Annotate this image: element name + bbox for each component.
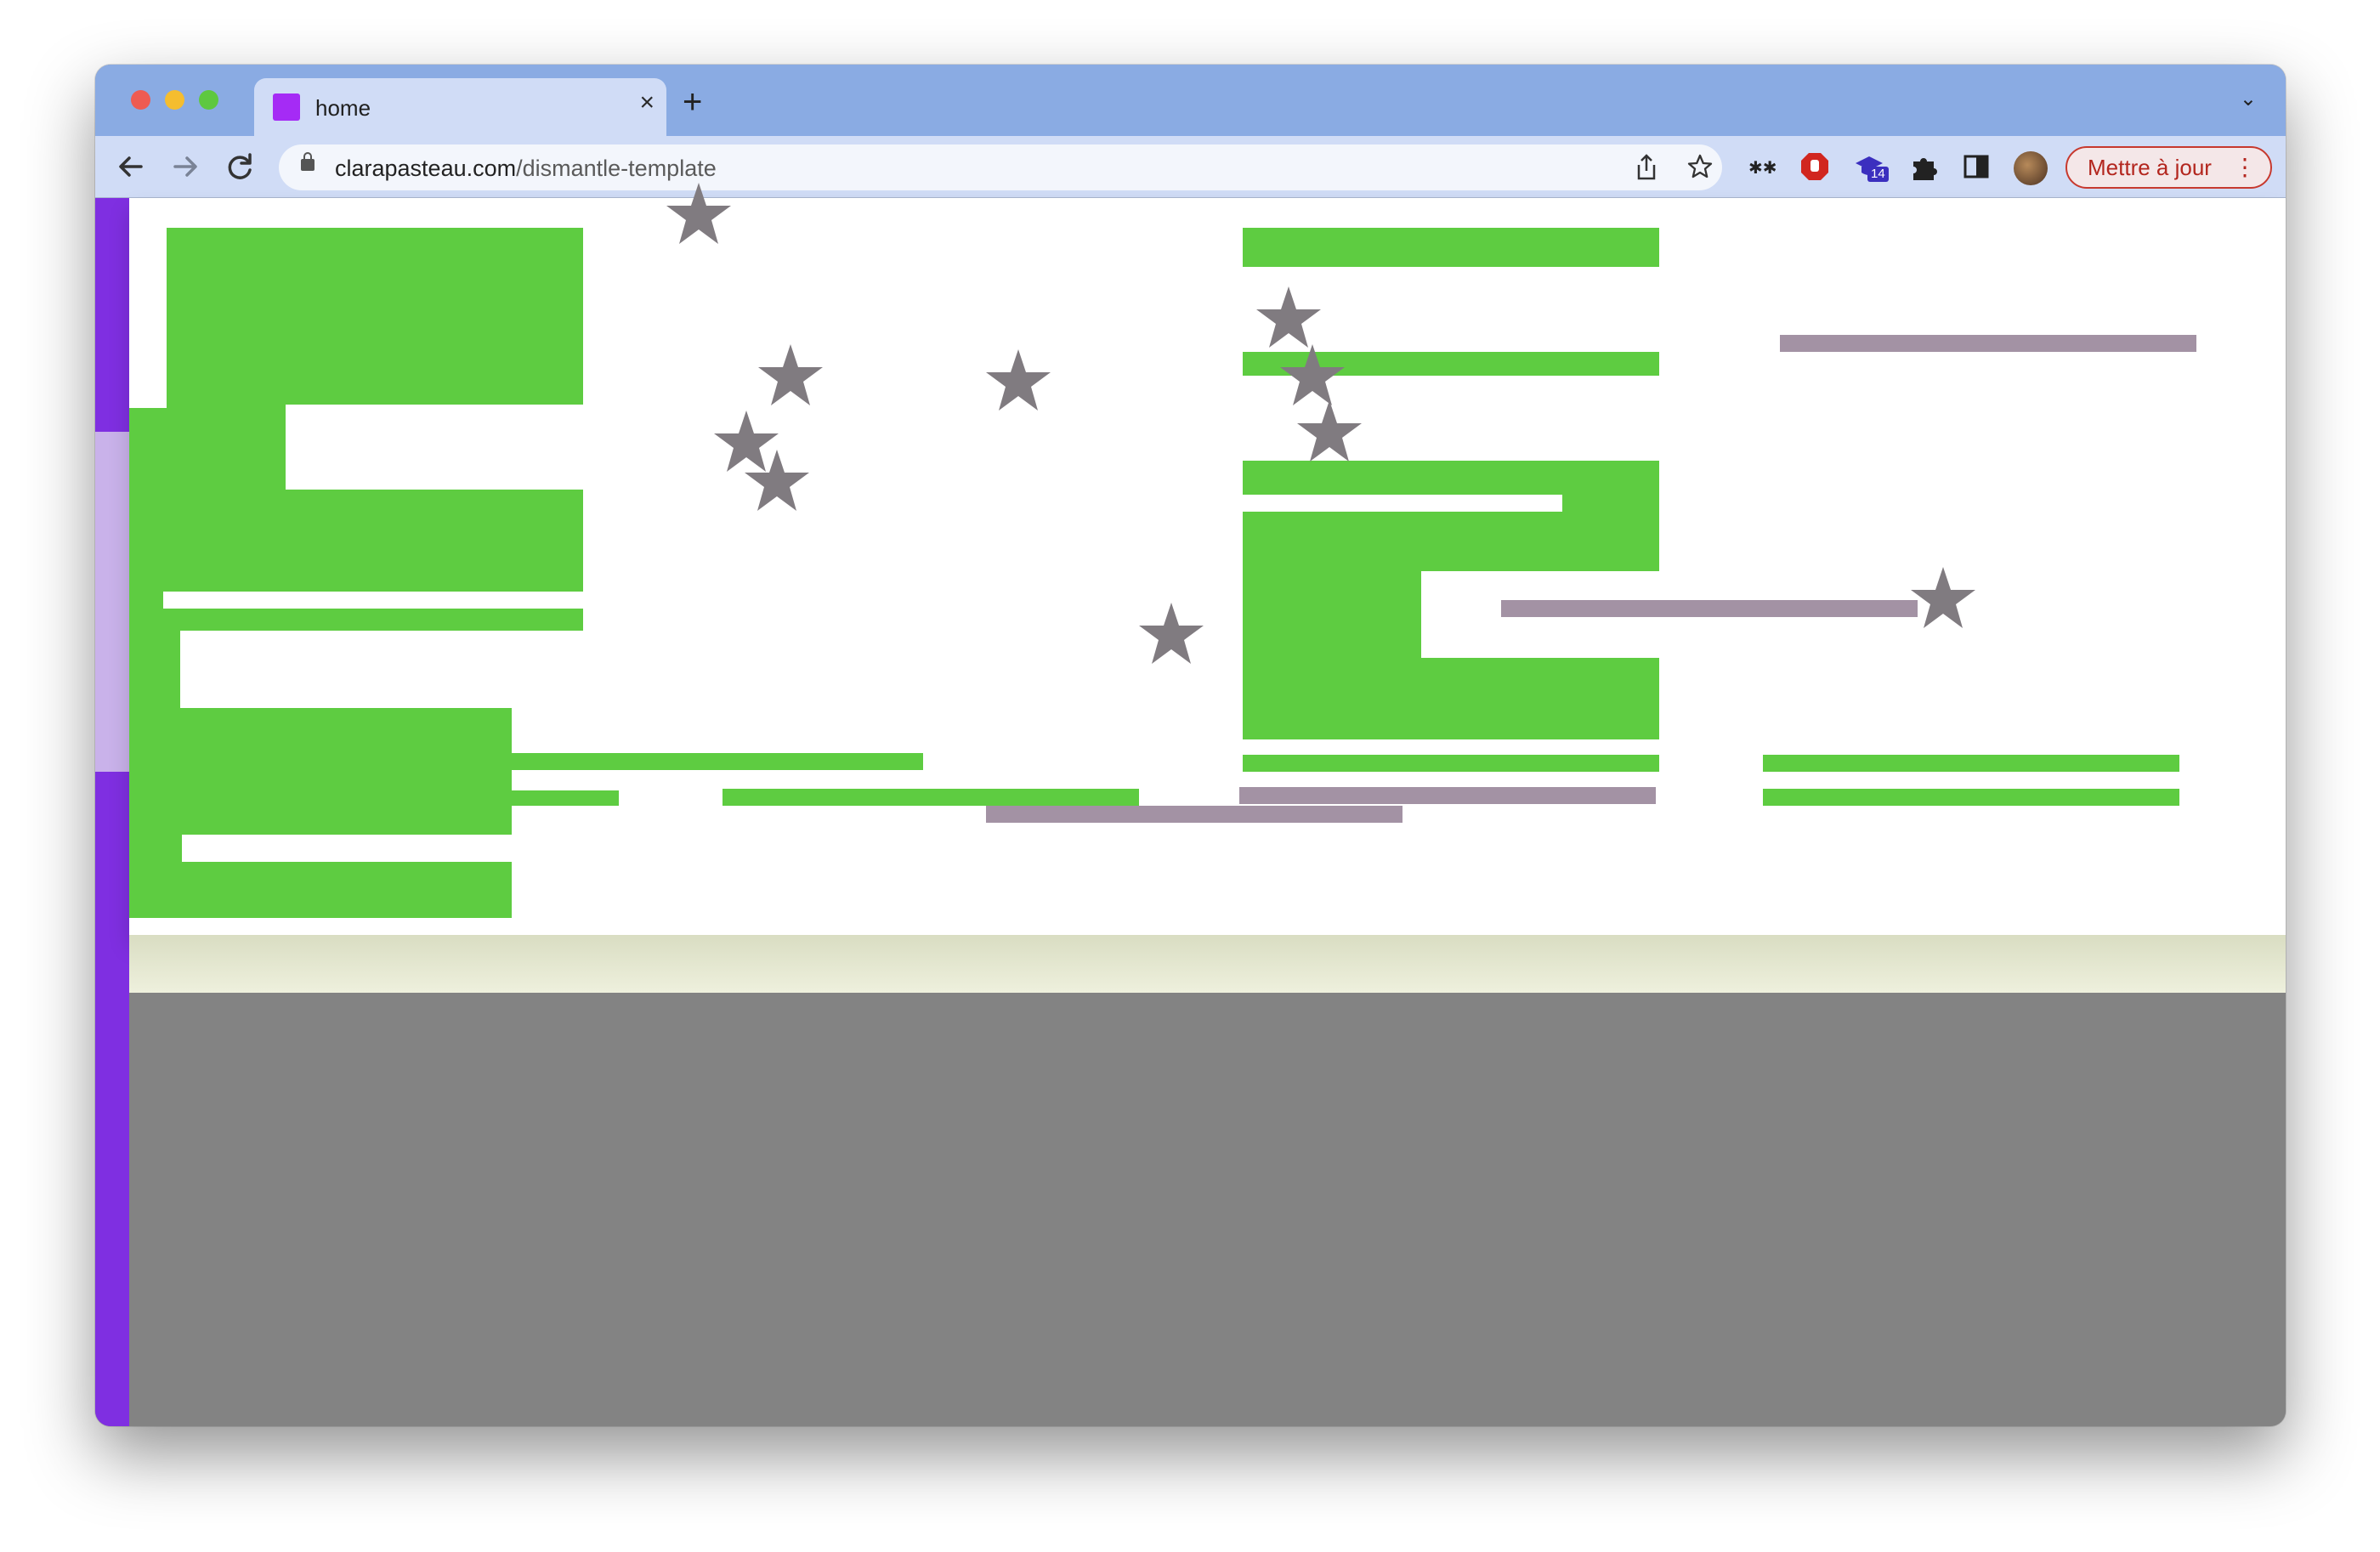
- mauve-bar: [1501, 600, 1918, 617]
- green-bar: [512, 753, 923, 770]
- more-menu-icon[interactable]: ⋮: [2233, 148, 2257, 187]
- tab-strip: home × + ⌄: [95, 65, 2286, 136]
- mauve-bar: [1239, 787, 1656, 804]
- star-icon: [745, 450, 809, 511]
- url-text[interactable]: clarapasteau.com/dismantle-template: [335, 156, 717, 182]
- white-cutout: [182, 835, 512, 862]
- url-domain: clarapasteau.com: [335, 156, 517, 181]
- star-icon: [1297, 400, 1362, 462]
- green-bar: [1243, 755, 1659, 772]
- profile-avatar[interactable]: [2014, 151, 2048, 185]
- white-cutout: [299, 648, 583, 673]
- web-page: [95, 183, 2286, 1426]
- tab-search-icon[interactable]: ⌄: [2240, 87, 2257, 111]
- graduation-cap-extension-icon[interactable]: 14: [1854, 151, 1889, 182]
- white-cutout: [129, 228, 167, 408]
- svg-text:✱✱: ✱✱: [1748, 157, 1776, 178]
- url-path: /dismantle-template: [516, 156, 717, 181]
- cream-band: [129, 935, 2286, 993]
- browser-window: home × + ⌄ clarapasteau.com/dismantle-te…: [95, 65, 2286, 1426]
- side-panel-icon[interactable]: [1961, 151, 1992, 182]
- green-bar: [1243, 228, 1659, 267]
- star-icon: [1139, 603, 1204, 664]
- tab-home[interactable]: home ×: [254, 78, 666, 136]
- new-tab-button[interactable]: +: [683, 85, 702, 119]
- mauve-bar: [986, 806, 1402, 823]
- star-icon: [986, 349, 1051, 411]
- white-cutout: [129, 918, 583, 935]
- update-button[interactable]: Mettre à jour ⋮: [2066, 146, 2272, 189]
- green-bar: [1763, 755, 2179, 772]
- close-tab-icon[interactable]: ×: [639, 90, 654, 116]
- bookmark-star-icon[interactable]: [1686, 153, 1714, 186]
- star-icon: [758, 344, 823, 405]
- green-bar: [722, 789, 1139, 806]
- lock-icon[interactable]: [301, 152, 314, 171]
- white-cutout: [163, 592, 583, 609]
- eyes-extension-icon[interactable]: ✱✱: [1745, 151, 1777, 182]
- star-icon: [1911, 567, 1975, 628]
- tab-title: home: [315, 95, 371, 121]
- white-cutout: [286, 405, 583, 490]
- zoom-window-button[interactable]: [199, 90, 218, 110]
- minimize-window-button[interactable]: [165, 90, 184, 110]
- extension-badge: 14: [1867, 167, 1889, 182]
- puzzle-extensions-icon[interactable]: [1908, 151, 1939, 182]
- green-bar: [512, 790, 619, 806]
- reload-icon[interactable]: [219, 146, 260, 187]
- forward-icon[interactable]: [165, 146, 206, 187]
- close-window-button[interactable]: [131, 90, 150, 110]
- white-cutout: [512, 802, 583, 936]
- mauve-bar: [1780, 335, 2196, 352]
- favicon: [273, 93, 300, 121]
- left-lilac-segment: [95, 432, 129, 772]
- green-block-left-bottom: [129, 708, 512, 935]
- green-bar: [1763, 789, 2179, 806]
- share-icon[interactable]: [1634, 153, 1659, 188]
- star-icon: [666, 183, 731, 244]
- update-button-label: Mettre à jour: [2088, 155, 2212, 180]
- adblock-extension-icon[interactable]: [1799, 151, 1830, 182]
- white-canvas: [129, 183, 2286, 936]
- white-cutout: [1243, 495, 1562, 512]
- browser-toolbar: clarapasteau.com/dismantle-template ✱✱ 1…: [95, 136, 2286, 198]
- address-bar[interactable]: clarapasteau.com/dismantle-template: [279, 144, 1722, 190]
- back-icon[interactable]: [110, 146, 151, 187]
- left-purple-bar: [95, 198, 129, 1426]
